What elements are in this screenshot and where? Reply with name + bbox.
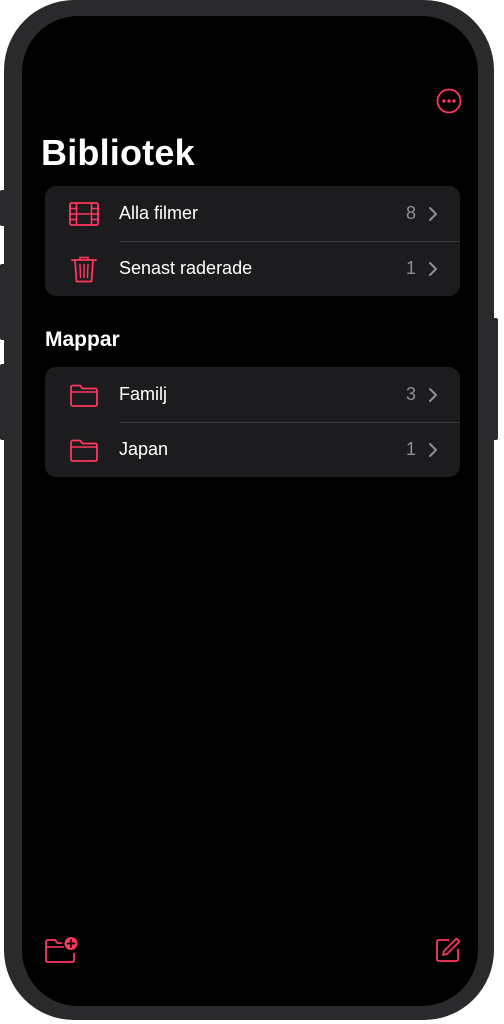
page-title: Bibliotek [41,132,195,173]
list-item-all-movies[interactable]: Alla filmer 8 [45,186,460,241]
ellipsis-circle-icon[interactable] [436,88,462,114]
trash-icon [71,256,97,283]
folder-icon [70,439,98,462]
folders-list: Familj 3 Japan 1 [45,367,460,477]
new-folder-icon[interactable] [44,936,78,964]
volume-down-button [0,364,6,440]
section-title-folders: Mappar [45,328,120,351]
folder-icon [70,384,98,407]
library-list: Alla filmer 8 Senast raderade 1 [45,186,460,296]
chevron-right-icon [429,262,437,276]
film-icon [69,202,99,226]
list-item-label: Senast raderade [119,258,253,278]
list-item-count: 3 [405,384,416,404]
list-item-label: Japan [119,439,169,459]
chevron-right-icon [429,443,437,457]
list-item-folder-familj[interactable]: Familj 3 [45,367,460,422]
list-item-count: 8 [405,203,416,223]
volume-up-button [0,264,6,340]
list-item-label: Alla filmer [119,203,199,223]
list-item-folder-japan[interactable]: Japan 1 [45,422,460,477]
power-button [492,318,498,440]
list-item-recently-deleted[interactable]: Senast raderade 1 [45,241,460,296]
compose-icon[interactable] [434,936,462,964]
chevron-right-icon [429,388,437,402]
app-screen: Bibliotek Alla filmer 8 Senast raderade … [22,16,478,1006]
list-item-count: 1 [405,258,416,278]
silent-switch [0,190,6,226]
device-frame: Bibliotek Alla filmer 8 Senast raderade … [0,0,498,1020]
chevron-right-icon [429,207,437,221]
list-item-count: 1 [405,439,416,459]
list-item-label: Familj [119,384,167,404]
